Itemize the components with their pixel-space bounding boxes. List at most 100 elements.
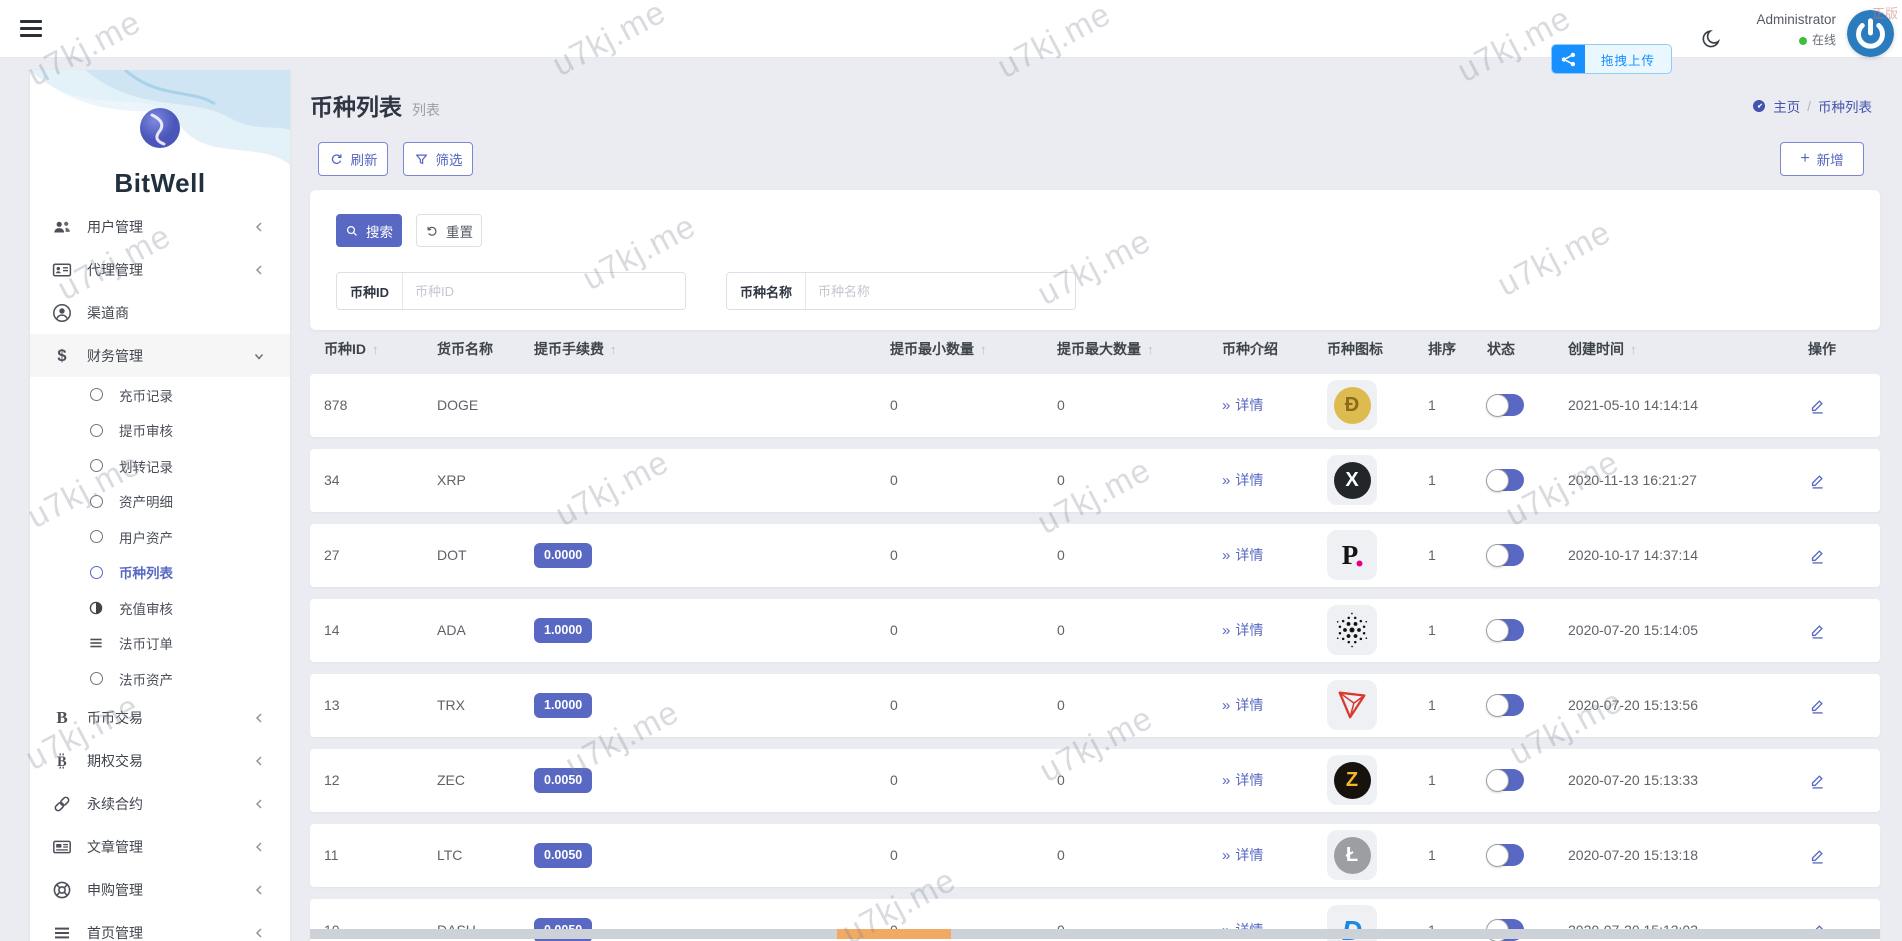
fee-badge: 0.0050 bbox=[534, 768, 592, 793]
sidebar-item-label: 期权交易 bbox=[87, 751, 252, 771]
reset-button[interactable]: 重置 bbox=[416, 214, 482, 247]
detail-link[interactable]: »详情 bbox=[1222, 374, 1263, 437]
sidebar-subitem-8[interactable]: 法币资产 bbox=[30, 661, 290, 697]
idcard-icon bbox=[52, 260, 72, 280]
edit-button[interactable] bbox=[1808, 471, 1827, 495]
column-header-9[interactable]: 创建时间↑ bbox=[1568, 332, 1637, 366]
edit-button[interactable] bbox=[1808, 771, 1827, 795]
sidebar-item-4[interactable]: B币币交易 bbox=[30, 697, 290, 740]
edit-button[interactable] bbox=[1808, 396, 1827, 420]
column-header-label: 创建时间 bbox=[1568, 341, 1624, 357]
table-row: 878DOGE00»详情Ð12021-05-10 14:14:14 bbox=[310, 374, 1880, 437]
status-toggle[interactable] bbox=[1487, 619, 1524, 641]
sidebar-item-2[interactable]: 渠道商 bbox=[30, 291, 290, 334]
news-icon bbox=[52, 837, 72, 857]
cell-created-time: 2021-05-10 14:14:14 bbox=[1568, 374, 1698, 437]
status-toggle[interactable] bbox=[1487, 769, 1524, 791]
pencil-icon bbox=[1808, 396, 1827, 415]
menu-toggle-icon[interactable] bbox=[20, 20, 42, 38]
sidebar-subitem-7[interactable]: 法币订单 bbox=[30, 626, 290, 662]
table-row: 11LTC0.005000»详情Ł12020-07-20 15:13:18 bbox=[310, 824, 1880, 887]
detail-link[interactable]: »详情 bbox=[1222, 599, 1263, 662]
dark-mode-icon[interactable] bbox=[1700, 28, 1722, 50]
sidebar-item-1[interactable]: 代理管理 bbox=[30, 248, 290, 291]
drag-upload-button[interactable]: 拖拽上传 bbox=[1551, 44, 1672, 74]
cell-min-amount: 0 bbox=[890, 824, 898, 887]
sidebar-item-6[interactable]: 永续合约 bbox=[30, 783, 290, 826]
double-chevron-icon: » bbox=[1222, 622, 1230, 639]
halfcircle-icon bbox=[88, 600, 104, 616]
sidebar-item-3[interactable]: $财务管理 bbox=[30, 334, 290, 377]
sidebar-subitem-label: 资产明细 bbox=[119, 491, 173, 511]
column-header-label: 状态 bbox=[1487, 341, 1515, 357]
search-icon bbox=[345, 224, 359, 238]
cell-sort-order: 1 bbox=[1428, 524, 1436, 587]
status-toggle[interactable] bbox=[1487, 469, 1524, 491]
cell-coin-name: DOGE bbox=[437, 374, 478, 437]
column-header-label: 提币最小数量 bbox=[890, 341, 974, 357]
bars-icon bbox=[88, 635, 104, 651]
column-header-4[interactable]: 提币最大数量↑ bbox=[1057, 332, 1154, 366]
sort-asc-icon: ↑ bbox=[372, 342, 379, 357]
sidebar-subitem-1[interactable]: 提币审核 bbox=[30, 413, 290, 449]
status-toggle[interactable] bbox=[1487, 544, 1524, 566]
column-header-2[interactable]: 提币手续费↑ bbox=[534, 332, 617, 366]
sidebar-subitem-3[interactable]: 资产明细 bbox=[30, 484, 290, 520]
coin-id-input[interactable] bbox=[403, 273, 685, 309]
user-menu[interactable]: Administrator 在线 bbox=[1756, 12, 1836, 48]
fee-badge: 0.0000 bbox=[534, 543, 592, 568]
status-toggle[interactable] bbox=[1487, 694, 1524, 716]
sidebar-item-8[interactable]: 申购管理 bbox=[30, 869, 290, 912]
status-toggle[interactable] bbox=[1487, 394, 1524, 416]
sidebar-item-label: 用户管理 bbox=[87, 217, 252, 237]
sidebar-item-5[interactable]: B期权交易 bbox=[30, 740, 290, 783]
cell-sort-order: 1 bbox=[1428, 449, 1436, 512]
sidebar-item-0[interactable]: 用户管理 bbox=[30, 205, 290, 248]
sort-asc-icon: ↑ bbox=[610, 342, 617, 357]
detail-link[interactable]: »详情 bbox=[1222, 449, 1263, 512]
coin-name-input[interactable] bbox=[806, 273, 1075, 309]
edit-button[interactable] bbox=[1808, 846, 1827, 870]
cell-coin-name: ZEC bbox=[437, 749, 465, 812]
column-header-0[interactable]: 币种ID↑ bbox=[324, 332, 379, 366]
cell-created-time: 2020-11-13 16:21:27 bbox=[1568, 449, 1697, 512]
horizontal-scrollbar[interactable] bbox=[310, 929, 1880, 939]
sort-asc-icon: ↑ bbox=[1147, 342, 1154, 357]
cell-coin-name: DOT bbox=[437, 524, 467, 587]
edit-button[interactable] bbox=[1808, 546, 1827, 570]
doge-coin-icon: Ð bbox=[1327, 380, 1377, 430]
double-chevron-icon: » bbox=[1222, 847, 1230, 864]
table-header: 币种ID↑货币名称提币手续费↑提币最小数量↑提币最大数量↑币种介绍币种图标排序状… bbox=[310, 332, 1880, 366]
filter-button[interactable]: 筛选 bbox=[403, 142, 473, 176]
breadcrumb-home[interactable]: 主页 bbox=[1773, 96, 1800, 116]
detail-link[interactable]: »详情 bbox=[1222, 824, 1263, 887]
sidebar-item-7[interactable]: 文章管理 bbox=[30, 826, 290, 869]
detail-link[interactable]: »详情 bbox=[1222, 749, 1263, 812]
breadcrumb-current[interactable]: 币种列表 bbox=[1818, 96, 1872, 116]
detail-link[interactable]: »详情 bbox=[1222, 674, 1263, 737]
edit-button[interactable] bbox=[1808, 696, 1827, 720]
table-row: 12ZEC0.005000»详情Z12020-07-20 15:13:33 bbox=[310, 749, 1880, 812]
scrollbar-thumb[interactable] bbox=[837, 929, 951, 939]
status-toggle[interactable] bbox=[1487, 844, 1524, 866]
detail-link[interactable]: »详情 bbox=[1222, 524, 1263, 587]
sidebar-subitem-0[interactable]: 充币记录 bbox=[30, 377, 290, 413]
sidebar-item-9[interactable]: 首页管理 bbox=[30, 912, 290, 941]
coin-name-field-group: 币种名称 bbox=[726, 272, 1076, 310]
search-button[interactable]: 搜索 bbox=[336, 214, 402, 247]
cell-min-amount: 0 bbox=[890, 524, 898, 587]
sidebar-subitem-6[interactable]: 充值审核 bbox=[30, 590, 290, 626]
sidebar-subitem-2[interactable]: 划转记录 bbox=[30, 448, 290, 484]
refresh-button[interactable]: 刷新 bbox=[318, 142, 388, 176]
fee-badge: 1.0000 bbox=[534, 618, 592, 643]
column-header-7: 排序 bbox=[1428, 332, 1456, 366]
cell-max-amount: 0 bbox=[1057, 449, 1065, 512]
sidebar-subitem-5[interactable]: 币种列表 bbox=[30, 555, 290, 591]
column-header-3[interactable]: 提币最小数量↑ bbox=[890, 332, 987, 366]
sidebar-item-label: 渠道商 bbox=[87, 303, 266, 323]
sidebar-subitem-4[interactable]: 用户资产 bbox=[30, 519, 290, 555]
chevron-left-icon bbox=[252, 263, 266, 277]
add-button[interactable]: + 新增 bbox=[1780, 142, 1864, 176]
coin-id-label: 币种ID bbox=[337, 273, 403, 309]
edit-button[interactable] bbox=[1808, 621, 1827, 645]
